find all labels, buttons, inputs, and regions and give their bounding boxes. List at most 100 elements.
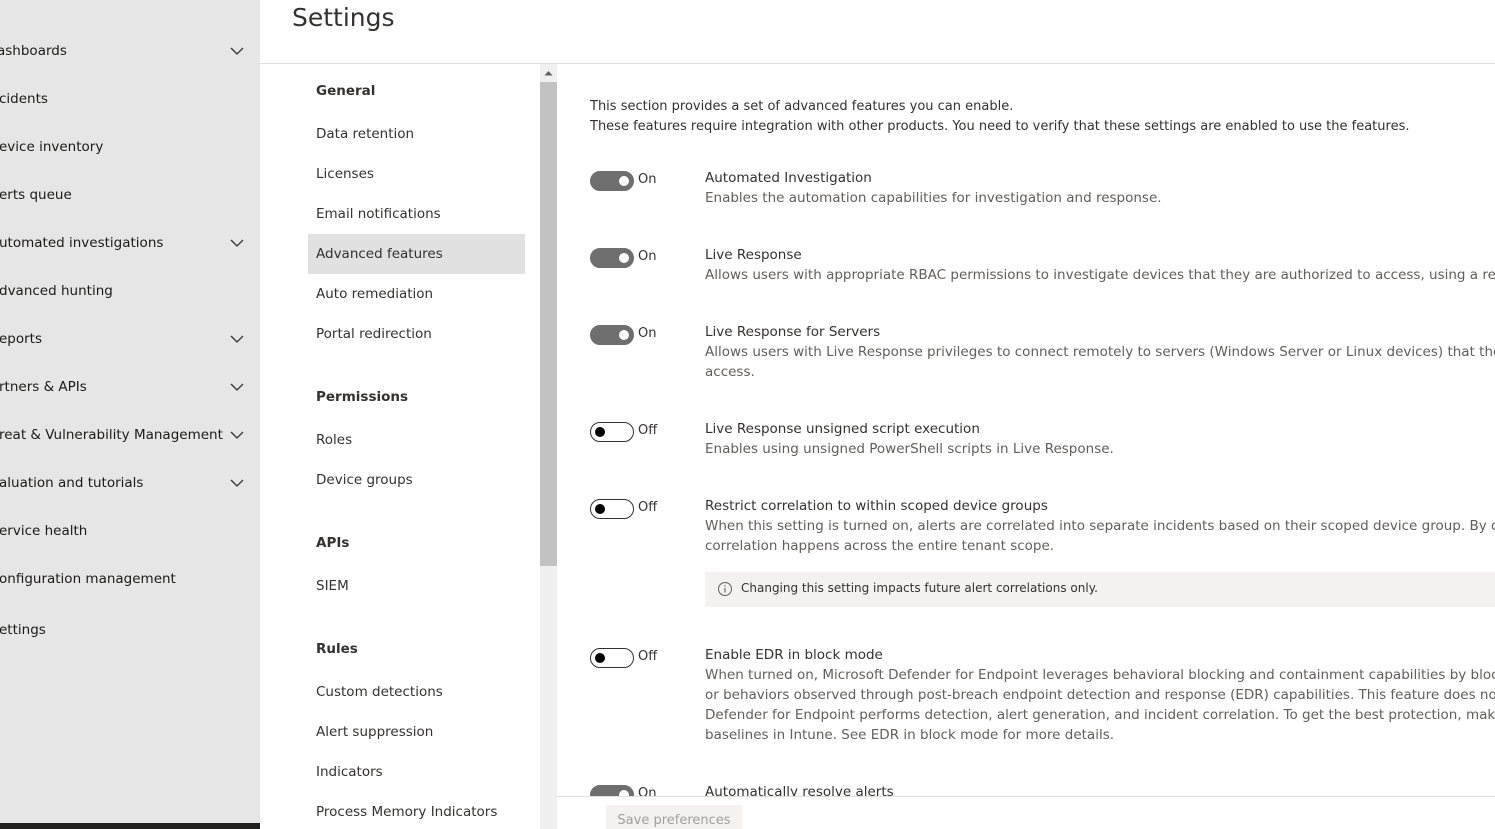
nav-item-settings[interactable]: ettings <box>0 606 260 654</box>
left-navigation: ashboards cidents evice inventory erts q… <box>0 0 260 829</box>
nav-item-label: reat & Vulnerability Management <box>0 427 223 443</box>
subnav-item-portal-redirection[interactable]: Portal redirection <box>308 314 525 354</box>
feature-title: Automated Investigation <box>705 170 872 186</box>
toggle-knob <box>595 504 605 514</box>
subnav-item-device-groups[interactable]: Device groups <box>308 460 525 500</box>
edr-block-mode-toggle[interactable] <box>590 648 634 668</box>
nav-item-label: ettings <box>0 622 46 638</box>
nav-item-label: onfiguration management <box>0 571 176 587</box>
intro-text: This section provides a set of advanced … <box>590 97 1409 137</box>
feature-description-line: correlation happens across the entire te… <box>705 538 1055 554</box>
subnav-item-siem[interactable]: SIEM <box>308 566 525 606</box>
info-message-bar: Changing this setting impacts future ale… <box>705 572 1495 607</box>
advanced-features-panel: This section provides a set of advanced … <box>557 64 1495 796</box>
feature-description-line: baselines in Intune. See EDR in block mo… <box>705 727 1115 743</box>
intro-line-1: This section provides a set of advanced … <box>590 99 1014 114</box>
toggle-knob <box>619 253 629 263</box>
feature-description: When turned on, Microsoft Defender for E… <box>705 665 1495 745</box>
feature-description-line: or behaviors observed through post-breac… <box>705 687 1495 703</box>
nav-item-reports[interactable]: eports <box>0 315 260 363</box>
subnav-item-licenses[interactable]: Licenses <box>308 154 525 194</box>
auto-resolve-alerts-toggle[interactable] <box>590 785 634 796</box>
nav-item-label: eports <box>0 331 43 347</box>
nav-item-incidents[interactable]: cidents <box>0 75 260 123</box>
nav-item-partners-apis[interactable]: rtners & APIs <box>0 363 260 411</box>
subnav-heading-rules: Rules <box>316 641 358 657</box>
nav-item-dashboards[interactable]: ashboards <box>0 27 260 75</box>
subnav-scrollbar[interactable] <box>540 64 557 829</box>
feature-description: When this setting is turned on, alerts a… <box>705 516 1495 556</box>
toggle-knob <box>619 176 629 186</box>
action-bar-divider <box>557 796 1495 797</box>
nav-item-automated-investigations[interactable]: utomated investigations <box>0 219 260 267</box>
toggle-state-label: On <box>638 249 657 264</box>
feature-description-line: Defender for Endpoint performs detection… <box>705 707 1495 723</box>
nav-item-service-health[interactable]: ervice health <box>0 507 260 555</box>
feature-description-line: Allows users with Live Response privileg… <box>705 344 1495 360</box>
subnav-item-auto-remediation[interactable]: Auto remediation <box>308 274 525 314</box>
nav-item-label: erts queue <box>0 187 72 203</box>
nav-item-label: ervice health <box>0 523 88 539</box>
chevron-down-icon[interactable] <box>229 475 245 491</box>
nav-item-label: evice inventory <box>0 139 104 155</box>
feature-description: Enables using unsigned PowerShell script… <box>705 439 1495 459</box>
subnav-heading-permissions: Permissions <box>316 389 409 405</box>
live-response-toggle[interactable] <box>590 248 634 268</box>
automated-investigation-toggle[interactable] <box>590 171 634 191</box>
feature-title: Automatically resolve alerts <box>705 784 894 796</box>
feature-description: Allows users with Live Response privileg… <box>705 342 1495 382</box>
info-icon <box>717 581 733 597</box>
toggle-state-label: On <box>638 172 657 187</box>
feature-description-line: When this setting is turned on, alerts a… <box>705 518 1495 534</box>
nav-item-label: cidents <box>0 91 48 107</box>
subnav-item-custom-detections[interactable]: Custom detections <box>308 672 525 712</box>
nav-item-threat-vulnerability-management[interactable]: reat & Vulnerability Management <box>0 411 260 459</box>
subnav-item-email-notifications[interactable]: Email notifications <box>308 194 525 234</box>
unsigned-script-execution-toggle[interactable] <box>590 422 634 442</box>
toggle-state-label: Off <box>638 423 658 438</box>
nav-item-configuration-management[interactable]: onfiguration management <box>0 555 260 603</box>
nav-item-label: utomated investigations <box>0 235 164 251</box>
feature-title: Live Response <box>705 247 802 263</box>
nav-item-device-inventory[interactable]: evice inventory <box>0 123 260 171</box>
feature-description-line: Allows users with appropriate RBAC permi… <box>705 267 1495 283</box>
live-response-servers-toggle[interactable] <box>590 325 634 345</box>
toggle-state-label: Off <box>638 649 658 664</box>
chevron-down-icon[interactable] <box>229 379 245 395</box>
nav-item-advanced-hunting[interactable]: dvanced hunting <box>0 267 260 315</box>
toggle-knob <box>595 653 605 663</box>
scroll-up-arrow-icon[interactable] <box>540 64 557 81</box>
subnav-item-roles[interactable]: Roles <box>308 420 525 460</box>
chevron-down-icon[interactable] <box>229 427 245 443</box>
subnav-item-alert-suppression[interactable]: Alert suppression <box>308 712 525 752</box>
subnav-item-process-memory-indicators[interactable]: Process Memory Indicators <box>308 792 525 829</box>
nav-item-alerts-queue[interactable]: erts queue <box>0 171 260 219</box>
save-preferences-button[interactable]: Save preferences <box>606 805 742 829</box>
taskbar-edge <box>0 823 260 829</box>
nav-item-label: dvanced hunting <box>0 283 113 299</box>
toggle-knob <box>619 330 629 340</box>
settings-subnav: General Data retention Licenses Email no… <box>260 64 540 829</box>
chevron-down-icon[interactable] <box>229 235 245 251</box>
nav-item-label: rtners & APIs <box>0 379 87 395</box>
feature-description-line: When turned on, Microsoft Defender for E… <box>705 667 1495 683</box>
feature-description-line: access. <box>705 364 755 380</box>
subnav-heading-apis: APIs <box>316 535 350 551</box>
feature-title: Live Response unsigned script execution <box>705 421 980 437</box>
subnav-item-advanced-features[interactable]: Advanced features <box>308 234 525 274</box>
nav-item-evaluation-tutorials[interactable]: aluation and tutorials <box>0 459 260 507</box>
chevron-down-icon[interactable] <box>229 331 245 347</box>
feature-description: Allows users with appropriate RBAC permi… <box>705 265 1495 285</box>
feature-description: Enables the automation capabilities for … <box>705 188 1495 208</box>
subnav-item-data-retention[interactable]: Data retention <box>308 114 525 154</box>
toggle-knob <box>595 427 605 437</box>
toggle-state-label: Off <box>638 500 658 515</box>
subnav-item-indicators[interactable]: Indicators <box>308 752 525 792</box>
chevron-down-icon[interactable] <box>229 43 245 59</box>
restrict-correlation-toggle[interactable] <box>590 499 634 519</box>
feature-description-line: Enables using unsigned PowerShell script… <box>705 441 1114 457</box>
info-message-text: Changing this setting impacts future ale… <box>741 581 1098 595</box>
scrollbar-thumb[interactable] <box>540 82 557 566</box>
nav-item-label: aluation and tutorials <box>0 475 144 491</box>
intro-line-2: These features require integration with … <box>590 119 1410 134</box>
